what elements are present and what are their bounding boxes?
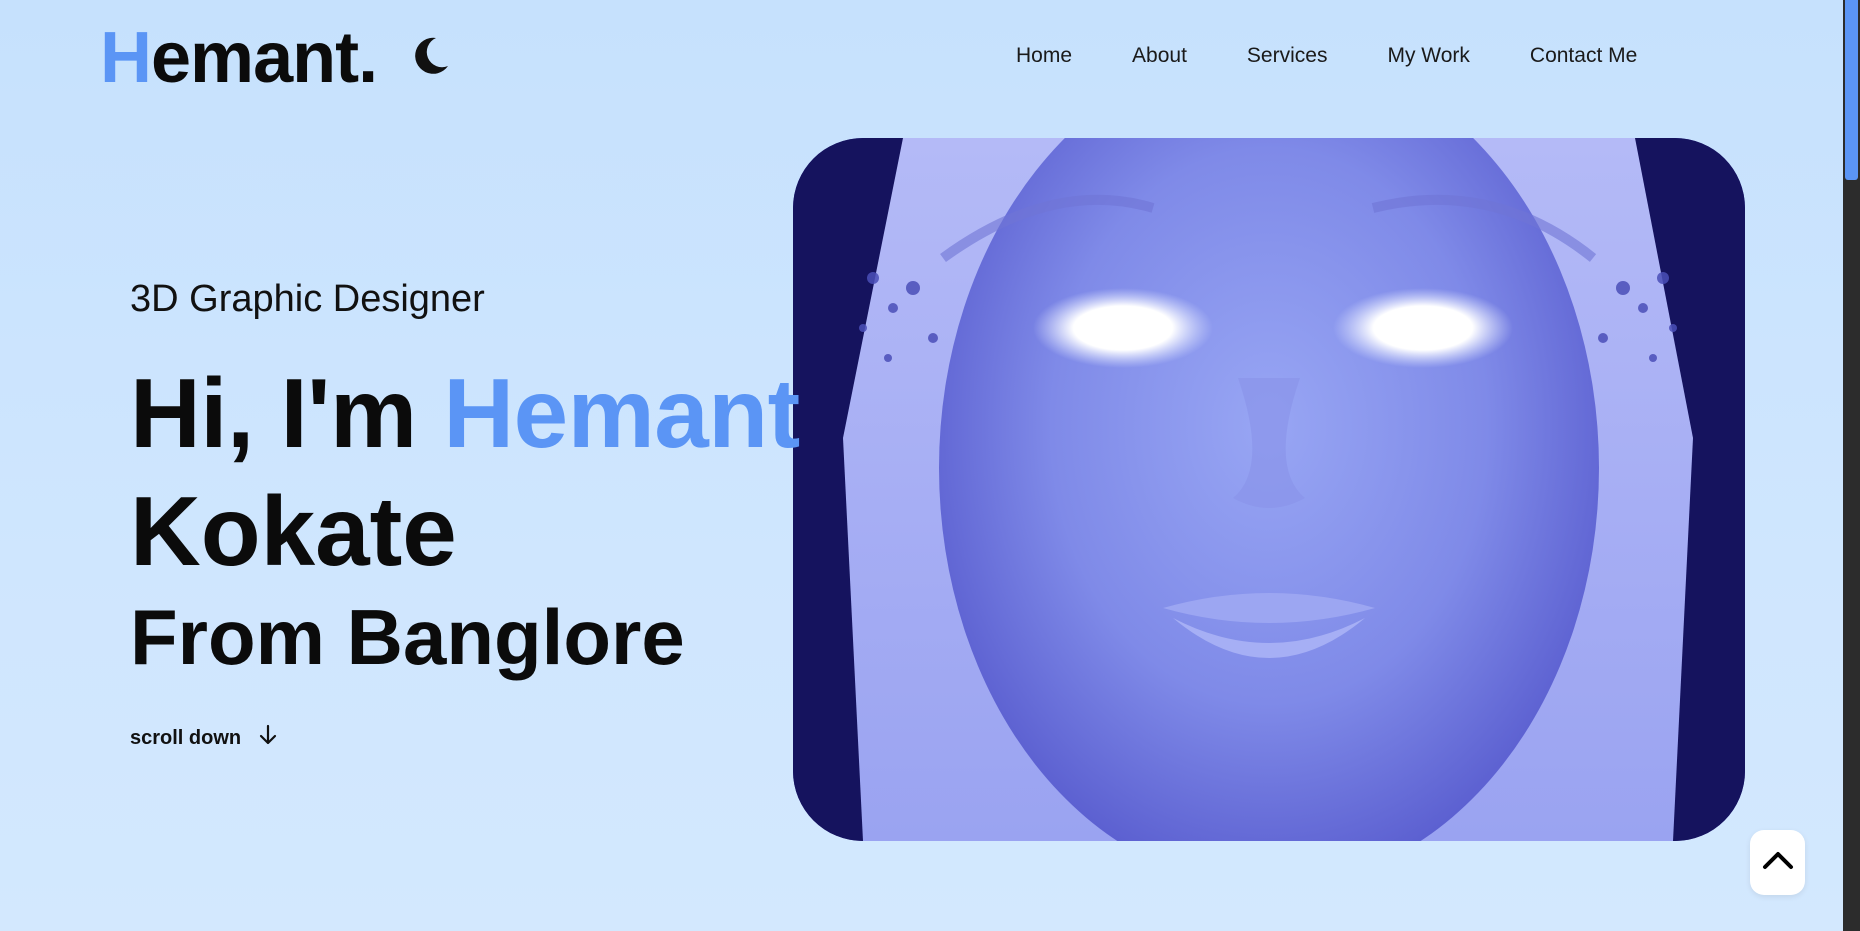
- chevron-up-icon: [1762, 849, 1794, 876]
- hero-headline: Hi, I'm Hemant: [130, 364, 800, 462]
- main-nav: Home About Services My Work Contact Me: [1016, 44, 1637, 68]
- brand-logo-rest: emant.: [151, 18, 378, 98]
- nav-my-work[interactable]: My Work: [1387, 44, 1469, 68]
- hero-greeting: Hi, I'm: [130, 358, 444, 468]
- brand-logo[interactable]: Hemant.: [100, 18, 378, 98]
- moon-icon[interactable]: [414, 36, 450, 76]
- hero-location: From Banglore: [130, 593, 685, 681]
- scroll-down-label: scroll down: [130, 726, 242, 749]
- nav-about[interactable]: About: [1132, 44, 1187, 68]
- hero-surname: Kokate: [130, 476, 457, 586]
- nav-contact-me[interactable]: Contact Me: [1530, 44, 1637, 68]
- scrollbar-thumb[interactable]: [1845, 0, 1858, 180]
- nav-services[interactable]: Services: [1247, 44, 1328, 68]
- arrow-down-icon: [259, 724, 277, 752]
- page-scrollbar[interactable]: [1843, 0, 1860, 931]
- hero-image: [793, 138, 1745, 841]
- hero-highlight-name: Hemant: [443, 358, 800, 468]
- hero-subtitle: 3D Graphic Designer: [130, 278, 485, 320]
- brand-logo-initial: H: [100, 18, 152, 98]
- nav-home[interactable]: Home: [1016, 44, 1072, 68]
- hero-face-illustration: [793, 138, 1745, 841]
- back-to-top-button[interactable]: [1750, 830, 1805, 895]
- scroll-down-link[interactable]: scroll down: [130, 724, 277, 752]
